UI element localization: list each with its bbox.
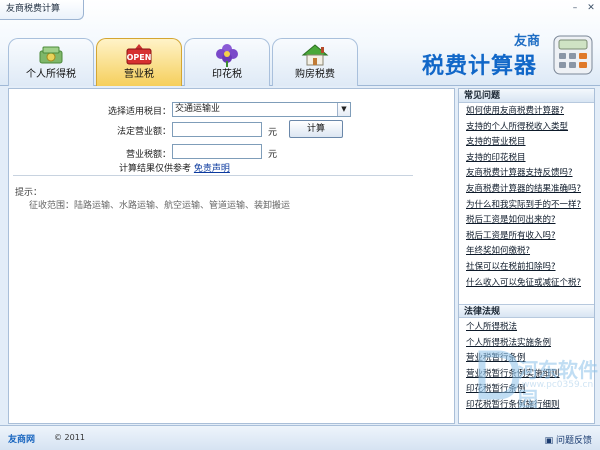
faq-link[interactable]: 支持的营业税目 [459, 135, 594, 151]
faq-link-label: 年终奖如何缴税? [466, 246, 531, 257]
faq-link-label: 社保可以在税前扣除吗? [466, 261, 556, 272]
feedback-label: 问题反馈 [555, 436, 592, 446]
calculate-button[interactable]: 计算 [289, 120, 343, 138]
house-icon [301, 44, 329, 66]
flower-icon [216, 44, 238, 67]
tab-label: 购房税费 [295, 69, 335, 80]
faq-list: 如何使用友商税费计算器? 支持的个人所得税收入类型 支持的营业税目 支持的印花税目友商… [459, 104, 594, 291]
tip-title: 提示： [15, 188, 43, 198]
faq-link-label: 支持的个人所得税收入类型 [466, 121, 569, 132]
tab-housing-tax[interactable]: 购房税费 [272, 38, 358, 86]
revenue-input[interactable] [172, 122, 262, 137]
header-bar: 友商税费计算 – ✕ 个人所得税 OPEN 营业税 印花税 购房税费 友商 税费… [0, 0, 600, 86]
faq-heading: 常见问题 [459, 89, 594, 103]
faq-link[interactable]: 税后工资是如何出来的? [459, 213, 594, 229]
faq-link[interactable]: 社保可以在税前扣除吗? [459, 260, 594, 276]
faq-link[interactable]: 什么收入可以免征或减征个税? [459, 276, 594, 292]
faq-link[interactable]: 支持的个人所得税收入类型 [459, 120, 594, 136]
tab-stamp-tax[interactable]: 印花税 [184, 38, 270, 86]
calculator-panel: 选择适用税目： 交通运输业 ▼ 法定营业额： 元 计算 营业税额： 元 计算结果… [8, 88, 455, 424]
faq-link-label: 支持的营业税目 [466, 137, 526, 148]
disclaimer-link[interactable]: 免责声明 [194, 164, 230, 174]
revenue-unit: 元 [268, 128, 278, 138]
tip-text: 征收范围：陆路运输、水路运输、航空运输、管道运输、装卸搬运 [29, 201, 291, 211]
tax-amount-label: 营业税额： [125, 150, 171, 160]
money-icon [39, 46, 63, 64]
faq-link-label: 友商税费计算器的结果准确吗? [466, 183, 582, 194]
window-title: 友商税费计算 [0, 0, 84, 20]
app-logo: 友商 税费计算器 [420, 28, 598, 84]
faq-link[interactable]: 税后工资是所有收入吗? [459, 229, 594, 245]
faq-link[interactable]: 友商税费计算器的结果准确吗? [459, 182, 594, 198]
faq-link-label: 税后工资是所有收入吗? [466, 230, 556, 241]
faq-link-label: 如何使用友商税费计算器? [466, 106, 565, 116]
divider [13, 175, 413, 176]
tax-item-select[interactable]: 交通运输业 ▼ [172, 102, 351, 117]
footer-logo[interactable]: 友商网 [8, 432, 35, 445]
tab-label: 印花税 [212, 69, 242, 80]
result-note-text: 计算结果仅供参考 [119, 164, 192, 174]
app-window: 友商税费计算 – ✕ 个人所得税 OPEN 营业税 印花税 购房税费 友商 税费… [0, 0, 600, 450]
faq-link-label: 什么收入可以免征或减征个税? [466, 277, 582, 288]
chat-icon: ▣ [544, 436, 554, 446]
tab-business-tax[interactable]: OPEN 营业税 [96, 38, 182, 86]
faq-link-label: 友商税费计算器支持反馈吗? [466, 168, 573, 179]
tax-item-value: 交通运输业 [175, 104, 221, 114]
tab-income-tax[interactable]: 个人所得税 [8, 38, 94, 86]
minimize-button[interactable]: – [570, 3, 580, 13]
tax-tabs: 个人所得税 OPEN 营业税 印花税 购房税费 [8, 38, 358, 86]
logo-brand: 友商 [514, 34, 541, 49]
tab-label: 个人所得税 [26, 69, 76, 80]
faq-link-label: 支持的印花税目 [466, 152, 526, 163]
watermark-logo-icon [478, 350, 520, 400]
faq-link-label: 税后工资是如何出来的? [466, 215, 556, 226]
tax-amount-unit: 元 [268, 150, 278, 160]
tax-amount-output [172, 144, 262, 159]
faq-link[interactable]: 为什么和我实际到手的不一样? [459, 198, 594, 214]
law-link[interactable]: 个人所得税法 [459, 320, 594, 336]
faq-link[interactable]: 支持的印花税目 [459, 151, 594, 167]
law-link-label: 个人所得税法 [466, 322, 518, 332]
tab-label: 营业税 [124, 69, 154, 80]
faq-link[interactable]: 如何使用友商税费计算器? [459, 104, 594, 120]
law-heading: 法律法规 [459, 304, 594, 318]
copyright-text: © 2011 [54, 433, 85, 442]
site-watermark: 河东软件园 www.pc0359.cn [478, 350, 600, 411]
logo-title: 税费计算器 [422, 54, 538, 79]
status-bar: 友商网 © 2011 ▣ 问题反馈 [0, 425, 600, 450]
faq-link-label: 为什么和我实际到手的不一样? [466, 199, 582, 210]
law-link[interactable]: 个人所得税法实施条例 [459, 336, 594, 352]
law-link-label: 个人所得税法实施条例 [466, 337, 552, 348]
faq-link[interactable]: 年终奖如何缴税? [459, 244, 594, 260]
open-sign-icon: OPEN [126, 44, 152, 65]
tax-item-label: 选择适用税目： [107, 107, 171, 117]
svg-text:OPEN: OPEN [127, 53, 152, 62]
chevron-down-icon[interactable]: ▼ [337, 103, 350, 116]
faq-link[interactable]: 友商税费计算器支持反馈吗? [459, 166, 594, 182]
watermark-url: www.pc0359.cn [522, 380, 594, 390]
result-note: 计算结果仅供参考 免责声明 [119, 161, 230, 174]
calculator-icon [553, 35, 593, 75]
window-controls: – ✕ [570, 3, 596, 13]
close-button[interactable]: ✕ [586, 3, 596, 13]
revenue-label: 法定营业额： [116, 127, 171, 137]
feedback-link[interactable]: ▣ 问题反馈 [545, 433, 592, 446]
